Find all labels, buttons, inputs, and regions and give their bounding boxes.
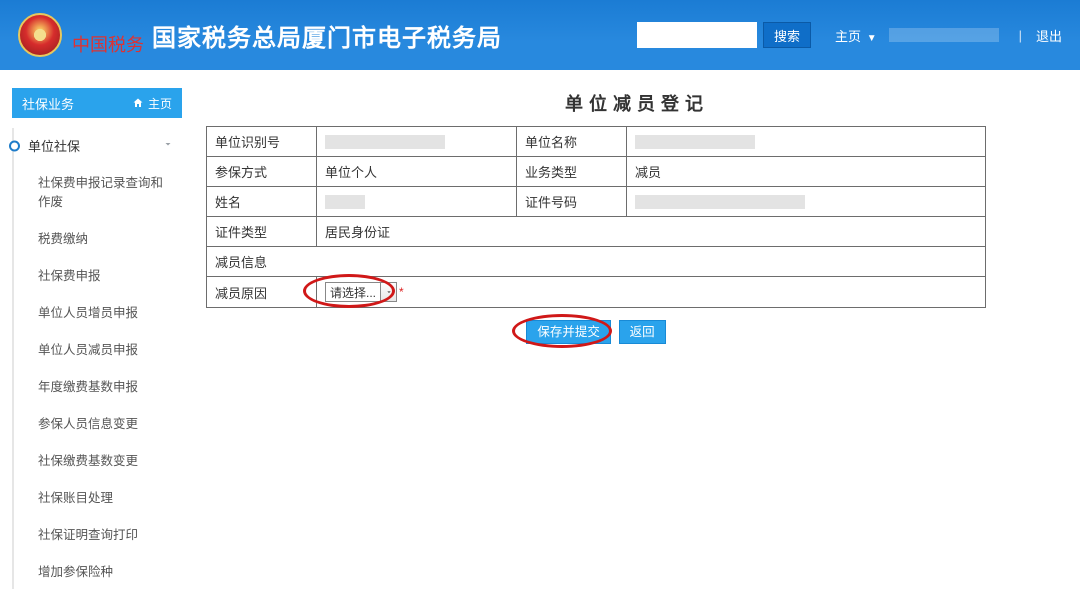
sidebar: 社保业务 主页 单位社保 社保费申报记录查询和作废 税费缴纳 社保费申报 单位人… (12, 88, 182, 589)
sidebar-group-unit-social[interactable]: 单位社保 (14, 128, 182, 163)
sidebar-item[interactable]: 社保证明查询打印 (14, 515, 182, 552)
label-reduce-reason: 减员原因 (207, 277, 317, 308)
sidebar-home-link[interactable]: 主页 (132, 95, 172, 112)
app-header: 中国税务 国家税务总局厦门市电子税务局 搜索 主页 ▼ | 退出 (0, 0, 1080, 70)
value-unit-name (627, 127, 986, 157)
label-cert-type: 证件类型 (207, 217, 317, 247)
logout-link[interactable]: 退出 (1036, 26, 1062, 45)
sidebar-item[interactable]: 增加参保险种 (14, 552, 182, 589)
value-unit-id (317, 127, 517, 157)
sidebar-item[interactable]: 单位人员增员申报 (14, 293, 182, 330)
sidebar-item[interactable]: 社保费申报 (14, 256, 182, 293)
sidebar-item[interactable]: 社保费申报记录查询和作废 (14, 163, 182, 219)
main-content: 单位减员登记 单位识别号 单位名称 参保方式 单位个人 业务类型 减员 姓名 证… (182, 88, 1068, 589)
value-name (317, 187, 517, 217)
calligraphy-logo: 中国税务 (72, 31, 144, 57)
current-user-placeholder (889, 28, 999, 42)
required-star-icon: * (399, 285, 404, 299)
cell-reduce-reason: 请选择... * (317, 277, 986, 308)
value-insure-mode: 单位个人 (317, 157, 517, 187)
sidebar-item[interactable]: 参保人员信息变更 (14, 404, 182, 441)
form-table: 单位识别号 单位名称 参保方式 单位个人 业务类型 减员 姓名 证件号码 证件类… (206, 126, 986, 308)
site-title: 国家税务总局厦门市电子税务局 (152, 18, 502, 53)
label-cert-no: 证件号码 (517, 187, 627, 217)
label-name: 姓名 (207, 187, 317, 217)
sidebar-item[interactable]: 年度缴费基数申报 (14, 367, 182, 404)
back-button[interactable]: 返回 (619, 320, 666, 344)
chevron-down-icon: ▼ (867, 33, 877, 44)
home-link[interactable]: 主页 ▼ (835, 26, 877, 45)
section-reduce-info: 减员信息 (207, 247, 986, 277)
value-biz-type: 减员 (627, 157, 986, 187)
sidebar-item[interactable]: 税费缴纳 (14, 219, 182, 256)
label-unit-name: 单位名称 (517, 127, 627, 157)
reduce-reason-select[interactable]: 请选择... (325, 282, 397, 302)
home-icon (132, 97, 144, 109)
value-cert-no (627, 187, 986, 217)
page-title: 单位减员登记 (206, 90, 1068, 116)
chevron-down-icon (162, 138, 174, 153)
button-row: 保存并提交 返回 (206, 320, 986, 344)
national-emblem-icon (18, 13, 62, 57)
dropdown-arrow-icon (380, 283, 396, 301)
label-unit-id: 单位识别号 (207, 127, 317, 157)
sidebar-items: 社保费申报记录查询和作废 税费缴纳 社保费申报 单位人员增员申报 单位人员减员申… (14, 163, 182, 589)
value-cert-type: 居民身份证 (317, 217, 986, 247)
sidebar-module-title: 社保业务 (22, 94, 74, 113)
sidebar-item[interactable]: 社保缴费基数变更 (14, 441, 182, 478)
divider: | (1019, 28, 1022, 43)
sidebar-item[interactable]: 社保账目处理 (14, 478, 182, 515)
search-button[interactable]: 搜索 (763, 22, 811, 48)
label-biz-type: 业务类型 (517, 157, 627, 187)
save-submit-button[interactable]: 保存并提交 (526, 320, 611, 344)
sidebar-header: 社保业务 主页 (12, 88, 182, 118)
search-input[interactable] (637, 22, 757, 48)
sidebar-item[interactable]: 单位人员减员申报 (14, 330, 182, 367)
label-insure-mode: 参保方式 (207, 157, 317, 187)
